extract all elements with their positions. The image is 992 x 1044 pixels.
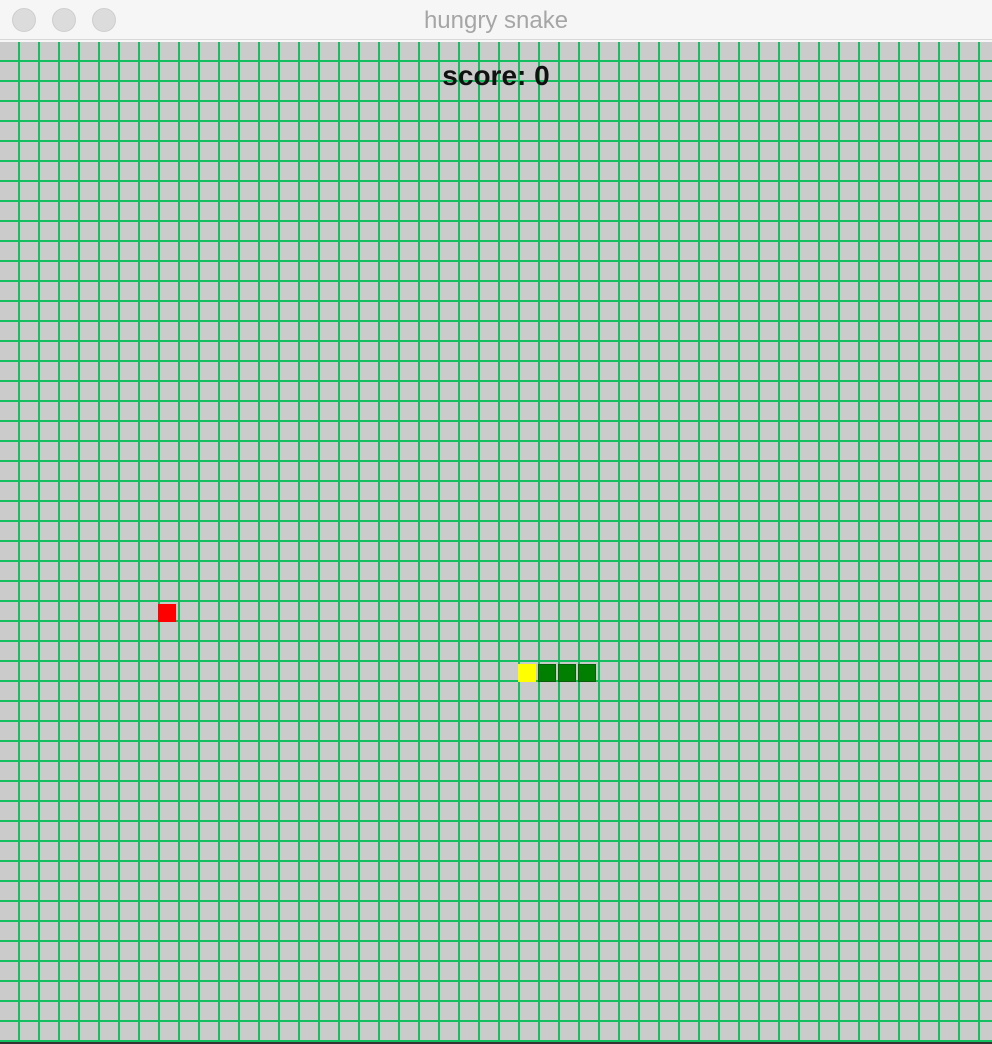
game-board[interactable]: score: 0	[0, 42, 992, 1044]
snake-head	[518, 664, 536, 682]
snake-body-segment	[558, 664, 576, 682]
snake-body-segment	[538, 664, 556, 682]
food-pellet	[158, 604, 176, 622]
title-bar: hungry snake	[0, 0, 992, 40]
window-title: hungry snake	[423, 7, 569, 34]
score-label: score: 0	[442, 60, 550, 91]
game-window: hungry snake score: 0	[0, 0, 992, 1044]
snake-body-segment	[578, 664, 596, 682]
